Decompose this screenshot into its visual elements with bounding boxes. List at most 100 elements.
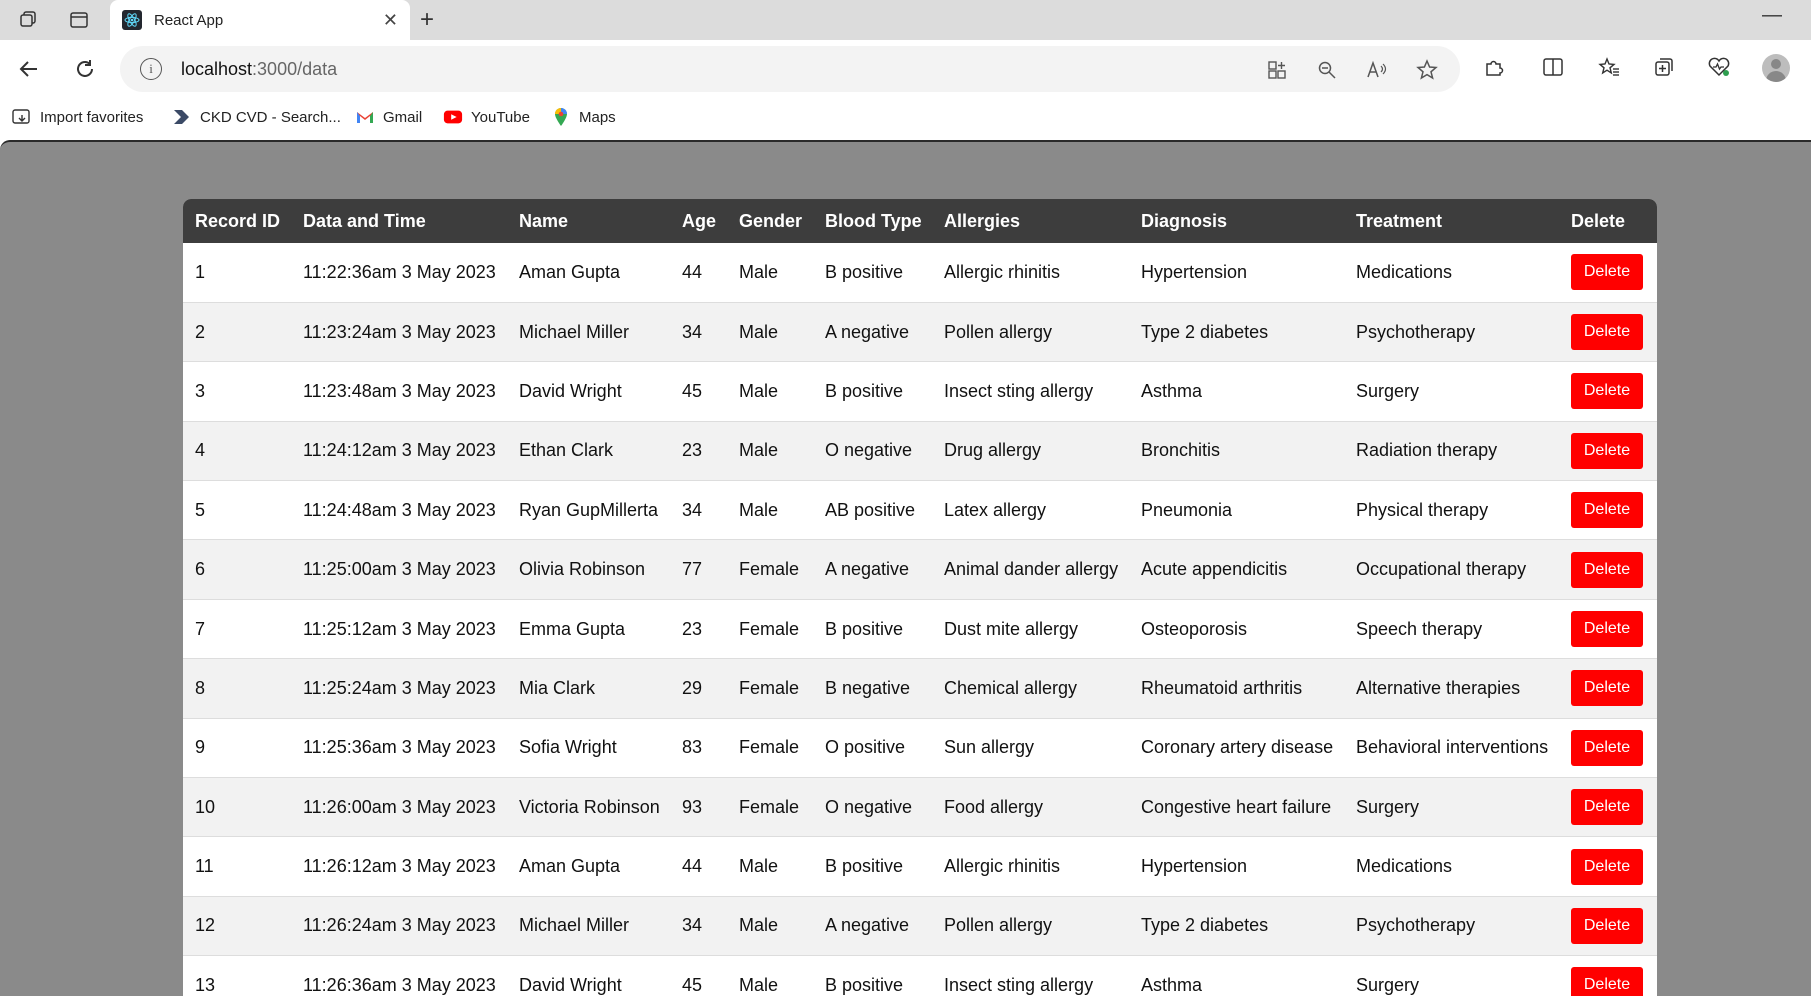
- zoom-icon[interactable]: [1315, 58, 1339, 82]
- cell-diagnosis: Hypertension: [1141, 261, 1248, 282]
- cell-gender: Male: [739, 915, 779, 936]
- cell-delete: Delete: [1559, 362, 1657, 421]
- favorites-bar: Import favorites CKD CVD - Search... Gma…: [0, 98, 1811, 138]
- import-favorites-icon: [12, 108, 32, 126]
- table-row: 12 11:26:24am 3 May 2023 Michael Miller 34 M…: [183, 896, 1657, 956]
- cell-delete: Delete: [1559, 778, 1657, 837]
- cell-age: 93: [682, 796, 703, 817]
- cell-age: 23: [682, 618, 703, 639]
- cell-blood-type: B positive: [825, 380, 904, 401]
- address-text[interactable]: localhost:3000/data: [181, 59, 337, 80]
- cell-record-id: 1: [195, 261, 206, 282]
- cell-record-id: 10: [195, 796, 216, 817]
- cell-diagnosis: Hypertension: [1141, 856, 1248, 877]
- table-row: 6 11:25:00am 3 May 2023 Olivia Robinson 77 F…: [183, 539, 1657, 600]
- tab-react-app[interactable]: React App ✕: [110, 0, 410, 40]
- header-name: Name: [519, 210, 569, 231]
- cell-gender: Female: [739, 618, 800, 639]
- app-available-icon[interactable]: [1265, 58, 1289, 82]
- read-aloud-icon[interactable]: [1365, 58, 1389, 82]
- cell-name: Michael Miller: [519, 915, 630, 936]
- cell-name: David Wright: [519, 974, 622, 995]
- fav-maps[interactable]: Maps: [551, 108, 616, 126]
- delete-button[interactable]: Delete: [1571, 789, 1643, 826]
- favorites-icon[interactable]: [1596, 54, 1622, 80]
- cell-age: 34: [682, 321, 703, 342]
- cell-treatment: Medications: [1356, 856, 1453, 877]
- address-bar[interactable]: i localhost:3000/data: [120, 46, 1460, 92]
- cell-name: Mia Clark: [519, 677, 596, 698]
- cell-delete: Delete: [1559, 243, 1657, 302]
- page-viewport: Record ID Data and Time Name Age Gender …: [0, 140, 1811, 996]
- refresh-icon[interactable]: [70, 54, 100, 84]
- delete-button[interactable]: Delete: [1571, 492, 1643, 529]
- cell-gender: Male: [739, 440, 779, 461]
- delete-button[interactable]: Delete: [1571, 670, 1643, 707]
- fav-label: Gmail: [383, 108, 423, 126]
- cell-diagnosis: Pneumonia: [1141, 499, 1233, 520]
- cell-date-time: 11:22:36am 3 May 2023: [303, 261, 496, 282]
- youtube-icon: [443, 108, 463, 126]
- fav-gmail[interactable]: Gmail: [355, 108, 422, 126]
- cell-blood-type: B positive: [825, 856, 904, 877]
- new-tab-button[interactable]: +: [420, 6, 434, 34]
- cell-delete: Delete: [1559, 896, 1657, 955]
- tab-title: React App: [154, 11, 224, 29]
- table-row: 4 11:24:12am 3 May 2023 Ethan Clark 23 Male O…: [183, 421, 1657, 481]
- delete-button[interactable]: Delete: [1571, 551, 1643, 588]
- delete-button[interactable]: Delete: [1571, 314, 1643, 351]
- cell-allergies: Chemical allergy: [944, 677, 1078, 698]
- fav-ckd-cvd[interactable]: CKD CVD - Search...: [172, 108, 341, 126]
- delete-button[interactable]: Delete: [1571, 907, 1643, 944]
- split-screen-icon[interactable]: [1540, 54, 1566, 80]
- cell-diagnosis: Type 2 diabetes: [1141, 321, 1269, 342]
- cell-name: David Wright: [519, 380, 622, 401]
- delete-button[interactable]: Delete: [1571, 432, 1643, 469]
- cell-delete: Delete: [1559, 837, 1657, 896]
- cell-treatment: Behavioral interventions: [1356, 737, 1549, 758]
- delete-button[interactable]: Delete: [1571, 254, 1643, 291]
- cell-delete: Delete: [1559, 540, 1657, 599]
- fav-label: Import favorites: [40, 108, 144, 126]
- cell-diagnosis: Congestive heart failure: [1141, 796, 1332, 817]
- table-body: 1 11:22:36am 3 May 2023 Aman Gupta 44 Male B …: [183, 243, 1657, 996]
- close-tab-icon[interactable]: ✕: [383, 10, 398, 31]
- delete-button[interactable]: Delete: [1571, 729, 1643, 766]
- delete-button[interactable]: Delete: [1571, 967, 1643, 996]
- address-path: :3000/data: [252, 59, 338, 79]
- fav-youtube[interactable]: YouTube: [443, 108, 530, 126]
- cell-delete: Delete: [1559, 302, 1657, 361]
- workspaces-icon[interactable]: [16, 8, 40, 32]
- cell-allergies: Allergic rhinitis: [944, 261, 1061, 282]
- site-info-icon[interactable]: i: [140, 58, 162, 80]
- profile-avatar[interactable]: [1762, 54, 1790, 82]
- cell-treatment: Radiation therapy: [1356, 440, 1498, 461]
- table-row: 7 11:25:12am 3 May 2023 Emma Gupta 23 Female…: [183, 599, 1657, 659]
- cell-treatment: Surgery: [1356, 974, 1420, 995]
- back-icon[interactable]: [14, 54, 44, 84]
- cell-date-time: 11:24:12am 3 May 2023: [303, 440, 496, 461]
- favorite-star-icon[interactable]: [1415, 58, 1439, 82]
- cell-date-time: 11:25:12am 3 May 2023: [303, 618, 496, 639]
- table-row: 3 11:23:48am 3 May 2023 David Wright 45 Male…: [183, 361, 1657, 422]
- delete-button[interactable]: Delete: [1571, 373, 1643, 410]
- cell-record-id: 2: [195, 321, 206, 342]
- table-row: 10 11:26:00am 3 May 2023 Victoria Robinson…: [183, 777, 1657, 837]
- cell-diagnosis: Rheumatoid arthritis: [1141, 677, 1303, 698]
- cell-name: Aman Gupta: [519, 856, 621, 877]
- cell-allergies: Allergic rhinitis: [944, 856, 1061, 877]
- table-row: 1 11:22:36am 3 May 2023 Aman Gupta 44 Male B …: [183, 243, 1657, 303]
- browser-essentials-icon[interactable]: [1706, 54, 1732, 80]
- tab-actions-icon[interactable]: [67, 8, 91, 32]
- cell-gender: Male: [739, 380, 779, 401]
- cell-date-time: 11:25:36am 3 May 2023: [303, 737, 496, 758]
- fav-import-favorites[interactable]: Import favorites: [12, 108, 143, 126]
- cell-treatment: Surgery: [1356, 796, 1420, 817]
- cell-record-id: 13: [195, 974, 216, 995]
- delete-button[interactable]: Delete: [1571, 611, 1643, 648]
- minimize-button[interactable]: —: [1762, 4, 1782, 27]
- gmail-icon: [355, 108, 375, 126]
- delete-button[interactable]: Delete: [1571, 848, 1643, 885]
- collections-icon[interactable]: [1651, 54, 1677, 80]
- extensions-icon[interactable]: [1481, 54, 1507, 80]
